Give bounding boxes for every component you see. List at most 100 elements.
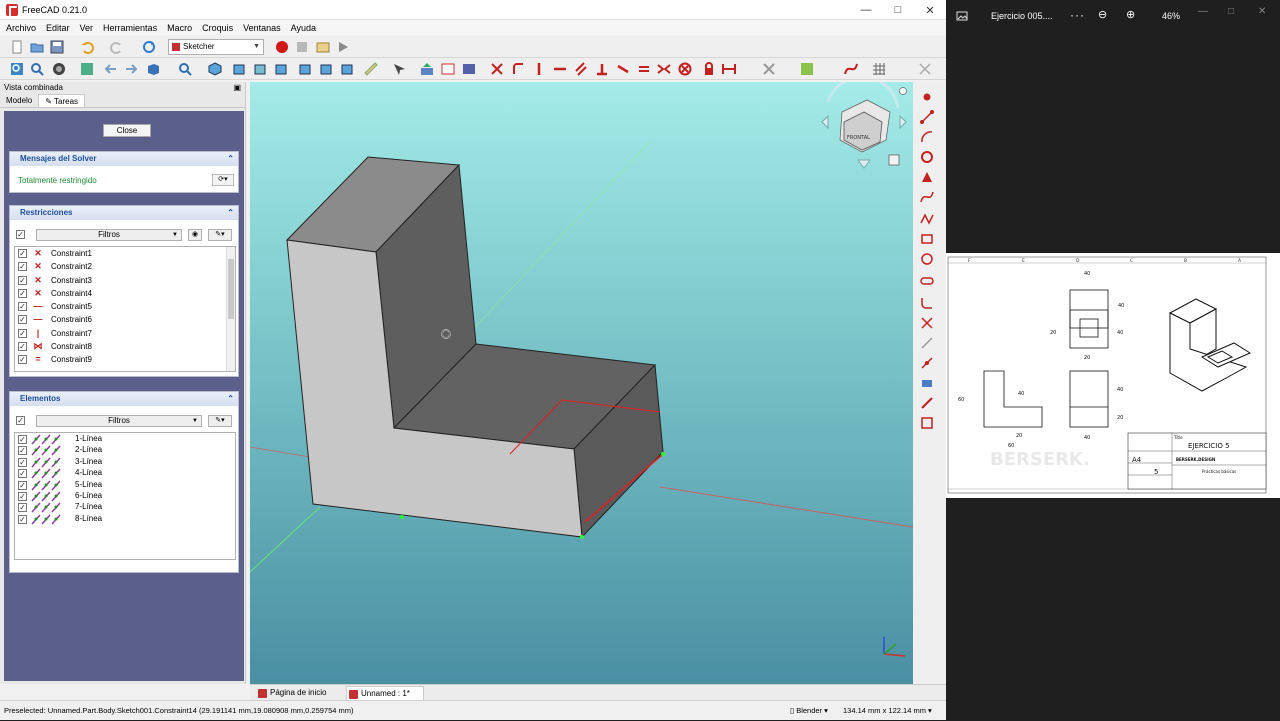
- solver-refresh-button[interactable]: ⟳▾: [212, 174, 234, 186]
- list-item[interactable]: ✓ ⋈ Constraint8: [15, 340, 235, 353]
- more-options-icon[interactable]: ···: [1070, 8, 1085, 22]
- save-icon[interactable]: [50, 40, 64, 54]
- draw-style-icon[interactable]: [52, 62, 66, 76]
- tab-tareas[interactable]: ✎ Tareas: [38, 94, 86, 107]
- leave-sketch-icon[interactable]: [420, 62, 434, 76]
- visibility-eye-icon[interactable]: ◉: [188, 229, 202, 241]
- maximize-button[interactable]: □: [882, 0, 914, 20]
- list-item[interactable]: ✓ 5-Línea: [15, 479, 235, 491]
- tab-start-page[interactable]: Página de inicio ✕: [256, 686, 342, 712]
- scrollbar-thumb[interactable]: [228, 259, 234, 319]
- item-checkbox[interactable]: ✓: [18, 435, 27, 444]
- close-window-button[interactable]: ✕: [914, 0, 946, 20]
- item-checkbox[interactable]: ✓: [18, 328, 27, 338]
- extend-edge-icon[interactable]: [920, 336, 934, 350]
- tab-unnamed-document[interactable]: Unnamed : 1* ✕: [346, 686, 424, 713]
- item-checkbox[interactable]: ✓: [18, 469, 27, 479]
- collapse-icon[interactable]: ⌃: [227, 152, 234, 166]
- 3d-model-scene[interactable]: FRONTAL: [250, 82, 913, 684]
- constrain-block-icon[interactable]: [678, 62, 692, 76]
- navigation-style-selector[interactable]: ▯ Blender ▾: [790, 701, 828, 721]
- zoom-icon[interactable]: [178, 62, 192, 76]
- sketch-tools-icon[interactable]: [800, 62, 814, 76]
- external-geometry-icon[interactable]: [920, 376, 934, 390]
- constrain-parallel-icon[interactable]: [574, 62, 588, 76]
- item-checkbox[interactable]: ✓: [18, 480, 27, 490]
- right-view-icon[interactable]: [274, 62, 288, 76]
- left-view-icon[interactable]: [340, 62, 354, 76]
- constrain-tangent-icon[interactable]: [616, 62, 630, 76]
- item-checkbox[interactable]: ✓: [18, 262, 27, 272]
- create-polygon-icon[interactable]: [920, 252, 934, 266]
- close-window-button[interactable]: ✕: [1258, 6, 1266, 17]
- menu-croquis[interactable]: Croquis: [198, 23, 237, 33]
- item-checkbox[interactable]: ✓: [18, 288, 27, 298]
- create-point-icon[interactable]: [920, 90, 934, 104]
- menu-ventanas[interactable]: Ventanas: [239, 23, 285, 33]
- list-item[interactable]: ✓ 2-Línea: [15, 444, 235, 456]
- maximize-button[interactable]: □: [1228, 6, 1234, 17]
- stop-macro-icon[interactable]: [295, 40, 309, 54]
- constrain-perpendicular-icon[interactable]: [595, 62, 609, 76]
- constrain-symmetric-icon[interactable]: [657, 62, 671, 76]
- select-all-checkbox[interactable]: ✓: [16, 416, 25, 425]
- list-item[interactable]: ✓ 6-Línea: [15, 490, 235, 502]
- constraints-header[interactable]: Restricciones ⌃: [10, 206, 238, 220]
- measure-icon[interactable]: [364, 62, 378, 76]
- zoom-in-icon[interactable]: ⊕: [1126, 8, 1135, 21]
- record-macro-icon[interactable]: [275, 40, 289, 54]
- list-item[interactable]: ✓ 4-Línea: [15, 467, 235, 479]
- bspline-tools-icon[interactable]: [844, 62, 858, 76]
- constrain-coincident-icon[interactable]: [490, 62, 504, 76]
- bounding-box-icon[interactable]: [80, 62, 94, 76]
- item-checkbox[interactable]: ✓: [18, 275, 27, 285]
- execute-macro-icon[interactable]: [336, 40, 350, 54]
- front-view-icon[interactable]: [232, 62, 246, 76]
- item-checkbox[interactable]: ✓: [18, 302, 27, 312]
- list-item[interactable]: ✓ — Constraint6: [15, 313, 235, 326]
- list-item[interactable]: ✓ ✕ Constraint3: [15, 274, 235, 287]
- menu-ver[interactable]: Ver: [76, 23, 98, 33]
- bottom-view-icon[interactable]: [319, 62, 333, 76]
- minimize-button[interactable]: —: [850, 0, 882, 20]
- list-item[interactable]: ✓ ✕ Constraint1: [15, 247, 235, 260]
- item-checkbox[interactable]: ✓: [18, 457, 27, 467]
- fit-selection-icon[interactable]: [30, 62, 44, 76]
- item-checkbox[interactable]: ✓: [18, 514, 27, 524]
- list-item[interactable]: ✓ ✕ Constraint2: [15, 260, 235, 273]
- list-item[interactable]: ✓ = Constraint9: [15, 353, 235, 366]
- toggle-constraint-icon[interactable]: [762, 62, 776, 76]
- constraints-filter-combo[interactable]: Filtros ▼: [36, 229, 182, 241]
- tab-modelo[interactable]: Modelo: [0, 94, 38, 107]
- new-document-icon[interactable]: [10, 40, 24, 54]
- sketch-vertex[interactable]: [661, 452, 665, 456]
- list-item[interactable]: ✓ 3-Línea: [15, 456, 235, 468]
- rear-view-icon[interactable]: [298, 62, 312, 76]
- list-item[interactable]: ✓ 8-Línea: [15, 513, 235, 525]
- create-arc-icon[interactable]: [920, 130, 934, 144]
- macros-icon[interactable]: [316, 40, 330, 54]
- create-polyline-icon[interactable]: [920, 212, 934, 226]
- back-arrow-icon[interactable]: [104, 62, 118, 76]
- menu-editar[interactable]: Editar: [42, 23, 74, 33]
- constrain-horizontal-distance-icon[interactable]: [722, 62, 736, 76]
- technical-drawing-page[interactable]: F E D C B A BERSERK. 40 20 40 20 60 40 2…: [946, 253, 1280, 498]
- settings-pencil-icon[interactable]: ✎▾: [208, 229, 232, 241]
- view-dimensions[interactable]: 134.14 mm x 122.14 mm ▾: [843, 701, 932, 721]
- isometric-view-icon[interactable]: [208, 62, 222, 76]
- menu-ayuda[interactable]: Ayuda: [287, 23, 320, 33]
- top-view-icon[interactable]: [253, 62, 267, 76]
- constrain-equal-icon[interactable]: [637, 62, 651, 76]
- image-icon[interactable]: [956, 10, 968, 22]
- create-line-icon[interactable]: [920, 110, 934, 124]
- open-folder-icon[interactable]: [30, 40, 44, 54]
- float-panel-icon[interactable]: ▣: [233, 82, 241, 94]
- list-item[interactable]: ✓ ✕ Constraint4: [15, 287, 235, 300]
- construction-mode-icon[interactable]: [920, 416, 934, 430]
- elements-header[interactable]: Elementos ⌃: [10, 392, 238, 406]
- view-sketch-icon[interactable]: [441, 62, 455, 76]
- workbench-selector[interactable]: Sketcher ▼: [168, 39, 264, 55]
- whats-this-icon[interactable]: [392, 62, 406, 76]
- menu-herramientas[interactable]: Herramientas: [99, 23, 161, 33]
- menu-macro[interactable]: Macro: [163, 23, 196, 33]
